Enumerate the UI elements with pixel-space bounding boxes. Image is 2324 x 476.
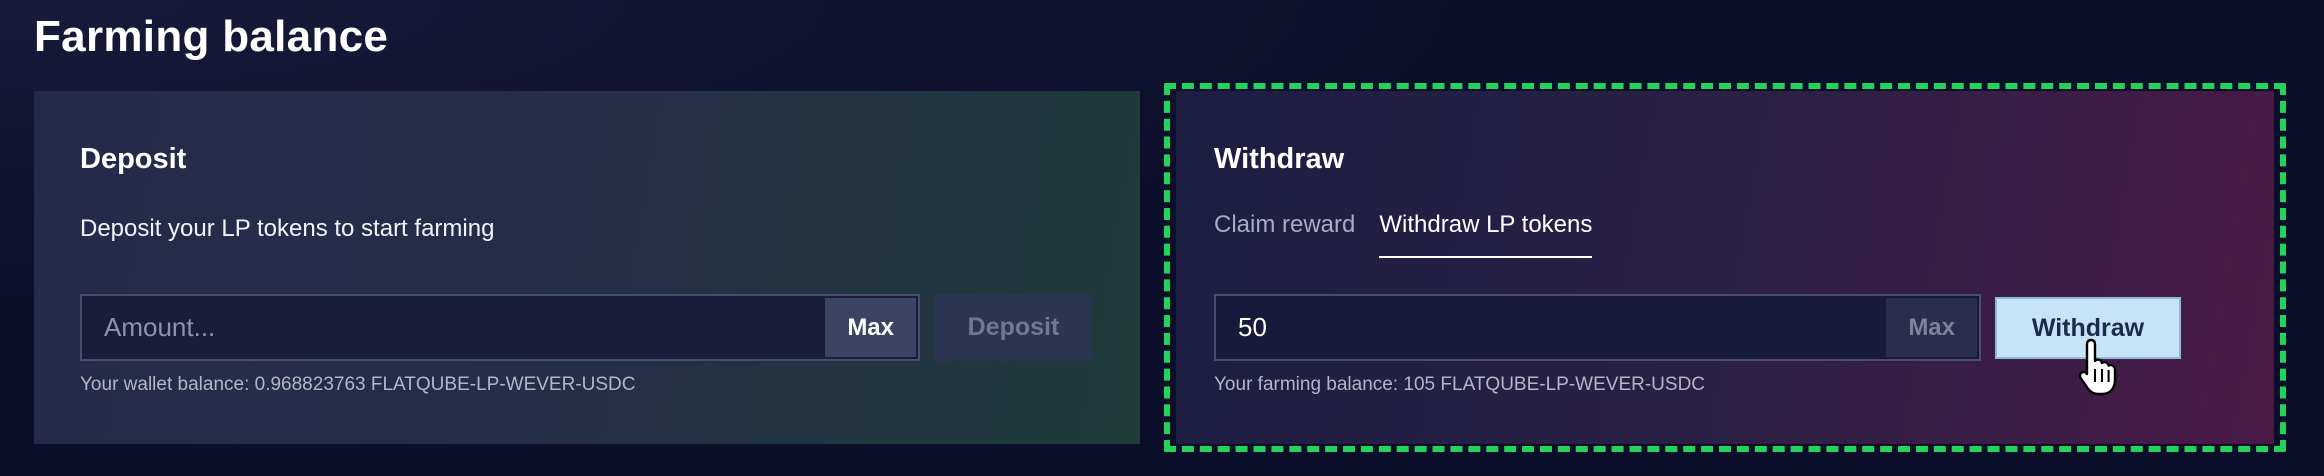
deposit-amount-field: Max xyxy=(80,294,920,361)
deposit-card: Deposit Deposit your LP tokens to start … xyxy=(34,91,1140,444)
withdraw-amount-field: Max xyxy=(1214,294,1981,361)
tab-withdraw-lp-tokens[interactable]: Withdraw LP tokens xyxy=(1379,210,1593,258)
withdraw-amount-input[interactable] xyxy=(1216,296,1887,359)
farming-balance-text: Your farming balance: 105 FLATQUBE-LP-WE… xyxy=(1214,374,1706,395)
tab-claim-reward[interactable]: Claim reward xyxy=(1214,210,1355,258)
wallet-balance-text: Your wallet balance: 0.968823763 FLATQUB… xyxy=(80,374,636,395)
withdraw-tabs: Claim reward Withdraw LP tokens xyxy=(1214,210,1593,258)
withdraw-title: Withdraw xyxy=(1214,143,1345,175)
deposit-button[interactable]: Deposit xyxy=(934,294,1093,361)
page-title: Farming balance xyxy=(34,12,389,61)
withdraw-max-button[interactable]: Max xyxy=(1886,298,1977,357)
deposit-description: Deposit your LP tokens to start farming xyxy=(80,215,495,242)
deposit-title: Deposit xyxy=(80,143,187,175)
deposit-max-button[interactable]: Max xyxy=(825,298,916,357)
deposit-amount-input[interactable] xyxy=(82,296,826,359)
hand-pointer-icon xyxy=(2078,338,2117,396)
